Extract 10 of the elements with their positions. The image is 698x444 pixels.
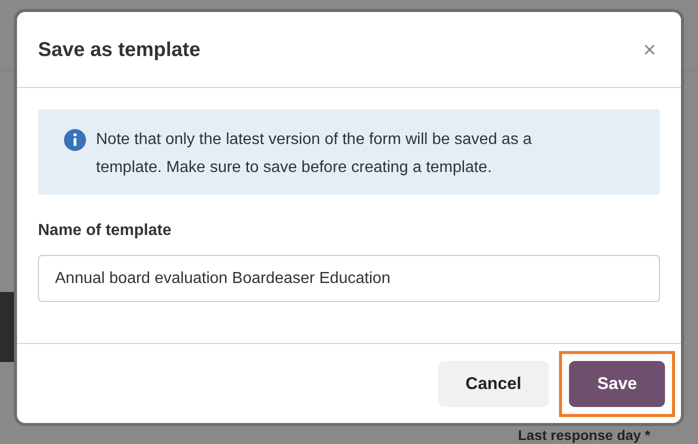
dialog-title: Save as template <box>38 38 200 62</box>
side-panel <box>0 292 14 362</box>
close-button[interactable]: × <box>639 38 660 60</box>
save-button[interactable]: Save <box>569 360 665 406</box>
input-field[interactable]: Annual board evaluation Boardeaser Education <box>38 255 660 302</box>
info-icon <box>64 129 86 151</box>
field-label: Name of template <box>38 221 172 241</box>
cancel-button[interactable]: Cancel <box>438 360 550 406</box>
field-label: Last response day * <box>518 427 650 443</box>
info-message: Note that only the latest version of the form will be saved as a template. Make sure to save before creating a template. <box>96 130 533 178</box>
